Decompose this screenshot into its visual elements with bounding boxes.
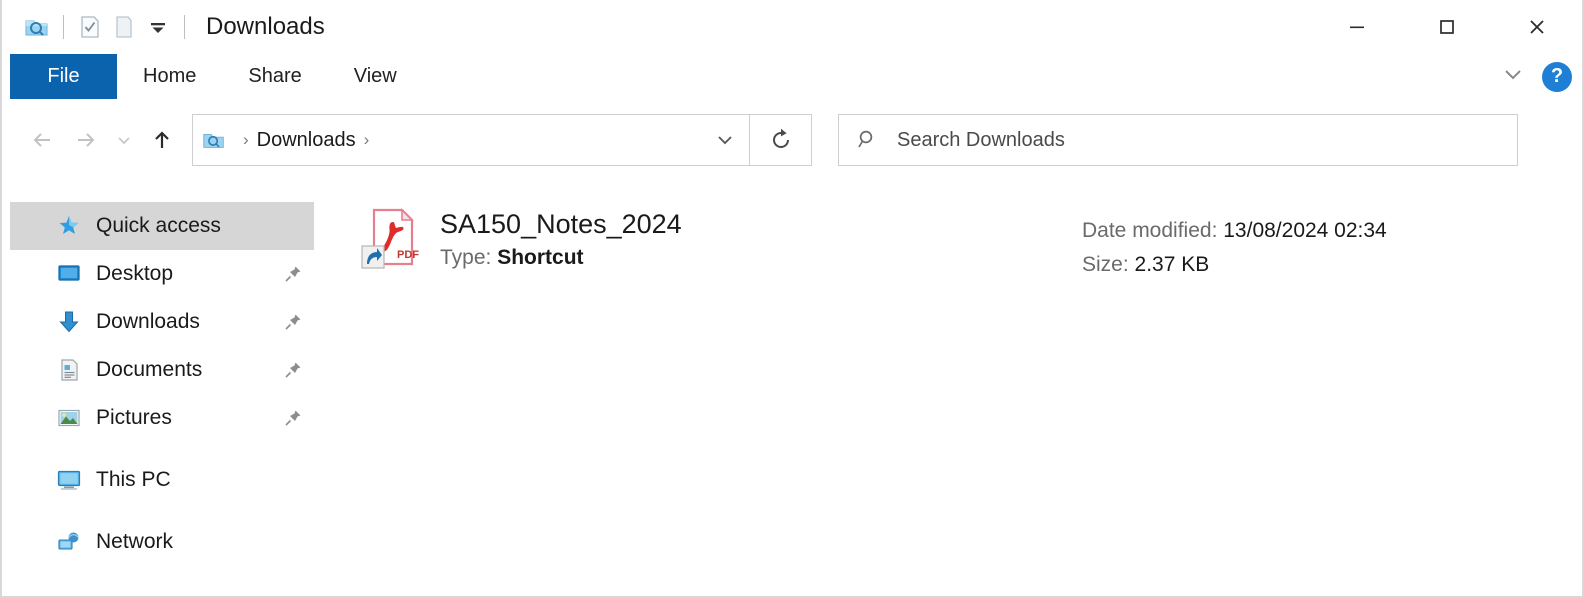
- pin-icon[interactable]: [282, 407, 304, 429]
- svg-text:PDF: PDF: [397, 249, 419, 261]
- sidebar-item-documents[interactable]: Documents: [10, 346, 314, 394]
- file-type-value: Shortcut: [497, 246, 584, 269]
- file-text-block: SA150_Notes_2024 Type: Shortcut: [440, 206, 682, 274]
- breadcrumb-separator-2[interactable]: ›: [356, 130, 378, 150]
- size-label: Size:: [1082, 253, 1129, 276]
- tab-share[interactable]: Share: [222, 54, 327, 99]
- new-folder-icon[interactable]: [107, 10, 141, 44]
- breadcrumb-separator-1[interactable]: ›: [235, 130, 257, 150]
- sidebar-item-this-pc[interactable]: This PC: [10, 456, 314, 504]
- file-name[interactable]: SA150_Notes_2024: [440, 206, 682, 242]
- properties-icon[interactable]: [73, 10, 107, 44]
- documents-icon: [54, 355, 84, 385]
- sidebar-label: Network: [96, 530, 174, 553]
- search-icon: [839, 127, 897, 153]
- file-size: Size: 2.37 KB: [1082, 248, 1387, 282]
- file-list-pane[interactable]: PDF SA150_Notes_2024 Type: Shortcut Date…: [322, 186, 1582, 596]
- tab-view[interactable]: View: [328, 54, 423, 99]
- recent-locations-chevron-icon[interactable]: [108, 118, 140, 162]
- sidebar-item-quick-access[interactable]: Quick access: [10, 202, 314, 250]
- sidebar-item-downloads[interactable]: Downloads: [10, 298, 314, 346]
- file-type: Type: Shortcut: [440, 242, 682, 274]
- title-bar: Downloads: [2, 0, 1582, 54]
- this-pc-icon: [54, 465, 84, 495]
- customize-chevron-icon[interactable]: [141, 10, 175, 44]
- date-modified-value: 13/08/2024 02:34: [1223, 219, 1387, 242]
- help-icon[interactable]: ?: [1542, 61, 1572, 92]
- pictures-icon: [54, 403, 84, 433]
- sidebar-item-desktop[interactable]: Desktop: [10, 250, 314, 298]
- sidebar-item-pictures[interactable]: Pictures: [10, 394, 314, 442]
- sidebar-label: Quick access: [96, 214, 221, 237]
- sidebar-label: Downloads: [96, 310, 200, 333]
- network-icon: [54, 527, 84, 557]
- back-button[interactable]: [20, 118, 64, 162]
- sidebar-label: Documents: [96, 358, 203, 381]
- pin-icon[interactable]: [282, 311, 304, 333]
- search-input[interactable]: Search Downloads: [897, 129, 1065, 152]
- forward-button[interactable]: [64, 118, 108, 162]
- toolbar-separator-1: [63, 15, 64, 39]
- navigation-bar: › Downloads › Search Downloads: [2, 100, 1582, 180]
- breadcrumb-downloads[interactable]: Downloads: [257, 129, 356, 152]
- sidebar-item-network[interactable]: Network: [10, 518, 314, 566]
- file-explorer-window: Downloads File Home Share View ? › Downl…: [0, 0, 1584, 598]
- ribbon-tab-bar: File Home Share View ?: [2, 54, 1582, 101]
- pin-icon[interactable]: [282, 263, 304, 285]
- maximize-button[interactable]: [1402, 0, 1492, 54]
- file-details-block: Date modified: 13/08/2024 02:34 Size: 2.…: [1082, 214, 1387, 282]
- pin-icon[interactable]: [282, 359, 304, 381]
- file-date-modified: Date modified: 13/08/2024 02:34: [1082, 214, 1387, 248]
- address-explorer-icon: [193, 127, 235, 153]
- address-bar[interactable]: › Downloads ›: [192, 114, 750, 166]
- close-button[interactable]: [1492, 0, 1582, 54]
- search-box[interactable]: Search Downloads: [838, 114, 1518, 166]
- up-button[interactable]: [140, 118, 184, 162]
- sidebar-label: Pictures: [96, 406, 172, 429]
- main-content: Quick access Desktop Downloads Documents…: [2, 186, 1582, 596]
- minimize-button[interactable]: [1312, 0, 1402, 54]
- date-modified-label: Date modified:: [1082, 219, 1218, 242]
- sidebar-label: Desktop: [96, 262, 174, 285]
- download-arrow-icon: [54, 307, 84, 337]
- file-list-item[interactable]: PDF SA150_Notes_2024 Type: Shortcut Date…: [322, 200, 1582, 280]
- file-type-label: Type:: [440, 246, 492, 269]
- tab-home[interactable]: Home: [117, 54, 222, 99]
- sidebar-label: This PC: [96, 468, 171, 491]
- navigation-pane: Quick access Desktop Downloads Documents…: [2, 186, 322, 596]
- explorer-icon[interactable]: [20, 10, 54, 44]
- refresh-button[interactable]: [750, 114, 812, 166]
- star-pin-icon: [54, 211, 84, 241]
- window-controls: [1312, 0, 1582, 54]
- address-dropdown-chevron-icon[interactable]: [701, 127, 749, 153]
- pdf-shortcut-icon: PDF: [360, 206, 422, 274]
- desktop-icon: [54, 259, 84, 289]
- toolbar-separator-2: [184, 15, 185, 39]
- window-title: Downloads: [206, 13, 325, 40]
- tab-file[interactable]: File: [10, 54, 117, 99]
- ribbon-collapse-chevron-icon[interactable]: [1498, 63, 1528, 90]
- quick-access-toolbar: Downloads: [2, 10, 325, 44]
- size-value: 2.37 KB: [1134, 253, 1210, 276]
